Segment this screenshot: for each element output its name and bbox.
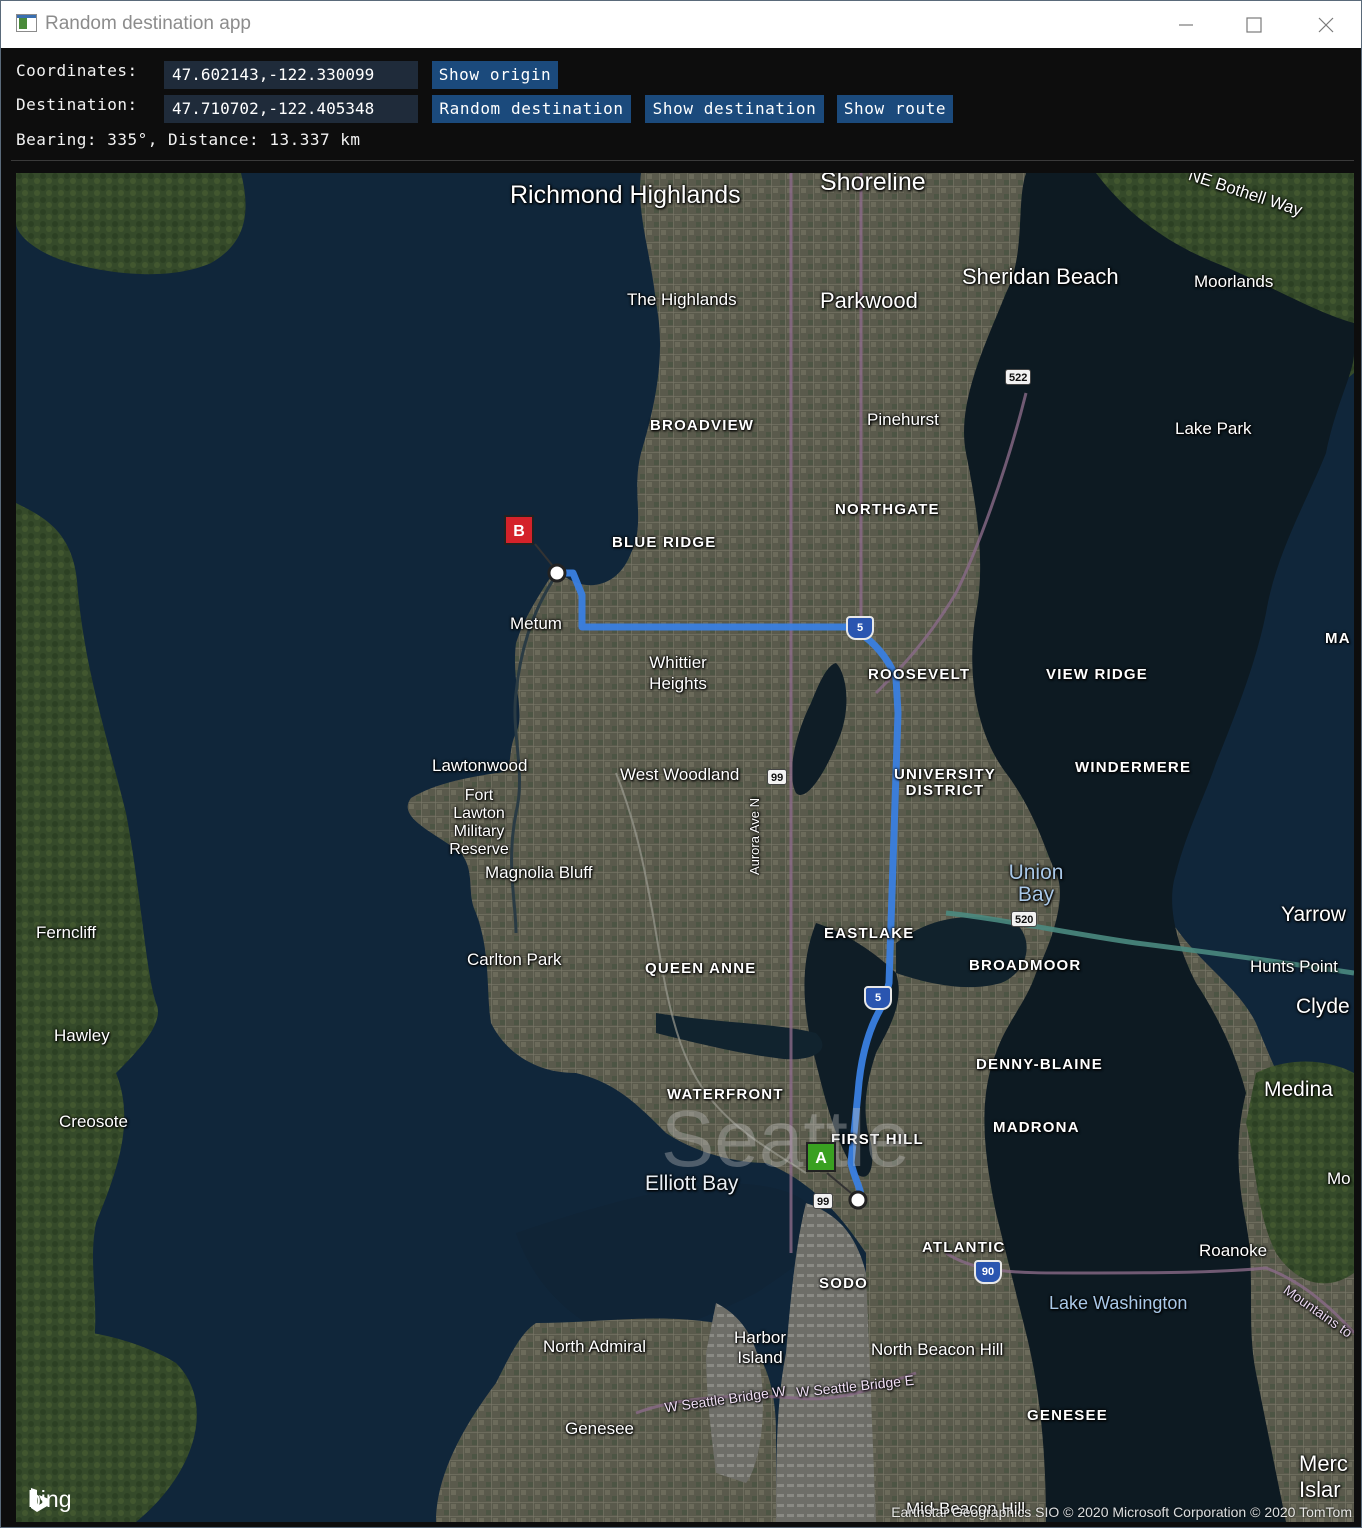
app-icon [16,14,37,32]
destination-pin[interactable]: B [504,515,534,545]
place-label: Pinehurst [867,410,939,429]
place-label: UNIVERSITY DISTRICT [893,766,996,799]
place-label: Richmond Highlands [510,181,741,209]
interstate-shield: 5 [864,986,892,1010]
place-label: DENNY-BLAINE [976,1056,1103,1073]
title-bar[interactable]: Random destination app [1,1,1361,48]
place-label: WINDERMERE [1075,759,1192,776]
controls-panel: Coordinates: 47.602143,-122.330099 Show … [1,48,1361,161]
maximize-icon [1246,16,1262,33]
close-button[interactable] [1291,1,1361,48]
coordinates-field[interactable]: 47.602143,-122.330099 [164,61,418,89]
place-label: Shoreline [820,173,926,196]
minimize-button[interactable] [1151,1,1221,48]
place-label: Creosote [59,1112,128,1131]
place-label: Carlton Park [467,950,562,969]
place-label: VIEW RIDGE [1046,666,1149,683]
place-label: Mo [1327,1169,1351,1188]
place-label: BLUE RIDGE [612,534,717,551]
place-label: Magnolia Bluff [485,863,593,882]
place-label: SODO [819,1275,868,1292]
road-label: Aurora Ave N [747,797,763,876]
close-icon [1318,17,1334,32]
place-label: Lake Park [1175,419,1252,438]
map-terrain [16,173,1354,1522]
route-shield: 99 [767,769,788,785]
place-label: Fort Lawton Military Reserve [449,787,509,858]
water-label: Elliott Bay [645,1172,739,1195]
place-label: Genesee [565,1419,634,1438]
interstate-shield: 5 [846,616,874,640]
interstate-shield: 90 [974,1260,1002,1284]
place-label: ROOSEVELT [868,666,971,683]
place-label: BROADVIEW [650,417,755,434]
bing-icon [31,1488,49,1512]
place-label: Yarrow [1281,903,1346,926]
show-origin-button[interactable]: Show origin [432,61,558,89]
place-label: NORTHGATE [835,501,940,518]
maximize-button[interactable] [1219,1,1289,48]
minimize-icon [1179,23,1193,26]
place-label: BROADMOOR [969,957,1082,974]
app-window: Random destination app Coordinates: 47.6… [0,0,1362,1528]
place-label: MADRONA [993,1119,1080,1136]
place-label: GENESEE [1027,1407,1108,1424]
divider [11,160,1354,161]
water-label: Union Bay [1008,861,1064,906]
place-label: Roanoke [1199,1241,1268,1260]
place-label: Sheridan Beach [962,264,1119,289]
place-label: Harbor Island [734,1328,786,1367]
origin-waypoint [848,1190,868,1210]
destination-label: Destination: [16,95,138,114]
place-label: Medina [1264,1078,1333,1101]
route-shield: 522 [1005,369,1032,385]
place-label: Ferncliff [36,923,97,942]
water-label: Lake Washington [1049,1293,1188,1313]
destination-field[interactable]: 47.710702,-122.405348 [164,95,418,123]
place-label: Hunts Point [1250,957,1338,976]
route-shield: 99 [813,1193,834,1209]
place-label: Metum [510,614,562,633]
bearing-distance-text: Bearing: 335°, Distance: 13.337 km [16,130,361,149]
random-destination-button[interactable]: Random destination [432,95,631,123]
place-label: MA [1325,630,1351,647]
origin-pin[interactable]: A [806,1142,836,1172]
place-label: Lawtonwood [432,756,528,775]
map-attribution[interactable]: Earthstar Geographics SIO © 2020 Microso… [891,1504,1352,1520]
place-label: QUEEN ANNE [645,960,757,977]
window-title: Random destination app [45,13,251,34]
show-route-button[interactable]: Show route [837,95,953,123]
place-label: Parkwood [820,288,918,313]
place-label: Clyde [1296,995,1350,1018]
place-label: ATLANTIC [922,1239,1006,1256]
place-label: North Beacon Hill [871,1340,1004,1359]
bing-logo[interactable]: bing [28,1486,71,1513]
show-destination-button[interactable]: Show destination [645,95,824,123]
place-label: Moorlands [1194,272,1274,291]
map-view[interactable]: Richmond Highlands Shoreline NE Bothell … [16,173,1354,1522]
place-label: West Woodland [620,765,740,784]
place-label: North Admiral [543,1337,646,1356]
place-label: EASTLAKE [824,925,915,942]
place-label: The Highlands [627,290,737,309]
coordinates-label: Coordinates: [16,61,138,80]
place-label: Hawley [54,1026,110,1045]
place-label: Whittier Heights [649,653,707,693]
destination-waypoint [547,563,567,583]
route-shield: 520 [1011,911,1038,927]
place-label: Merc Islar [1299,1451,1348,1502]
